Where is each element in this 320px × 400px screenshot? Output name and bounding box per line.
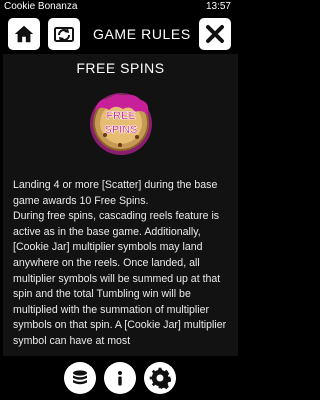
- stake-button[interactable]: [64, 362, 96, 394]
- gear-icon: [149, 367, 171, 389]
- symbol-text-free: FREE: [106, 110, 135, 122]
- home-icon: [14, 25, 34, 43]
- clock: 13:57: [205, 1, 231, 12]
- settings-button[interactable]: [144, 362, 176, 394]
- rules-paragraph: During free spins, cascading reels featu…: [13, 210, 227, 347]
- rules-panel[interactable]: FREE SPINS FREE SPINS Landing 4 or more …: [3, 54, 238, 356]
- home-button[interactable]: [8, 18, 40, 50]
- symbol-text-spins: SPINS: [104, 124, 137, 136]
- turbo-icon: [54, 27, 74, 42]
- close-icon: [206, 25, 224, 43]
- rules-text: Landing 4 or more [Scatter] during the b…: [13, 178, 233, 350]
- app-name: Cookie Bonanza: [4, 1, 78, 12]
- footer-bar: [0, 356, 241, 400]
- rules-paragraph: Landing 4 or more [Scatter] during the b…: [13, 179, 218, 207]
- close-button[interactable]: [199, 18, 231, 50]
- turbo-button[interactable]: [48, 18, 80, 50]
- header-bar: GAME RULES: [0, 14, 241, 54]
- page-title: GAME RULES: [93, 26, 191, 42]
- section-title: FREE SPINS: [76, 60, 165, 76]
- coin-stack-icon: [73, 370, 87, 385]
- status-bar: Cookie Bonanza 13:57: [0, 0, 241, 14]
- info-button[interactable]: [104, 362, 136, 394]
- free-spins-symbol-icon: FREE SPINS: [90, 93, 152, 155]
- info-icon: [118, 371, 122, 386]
